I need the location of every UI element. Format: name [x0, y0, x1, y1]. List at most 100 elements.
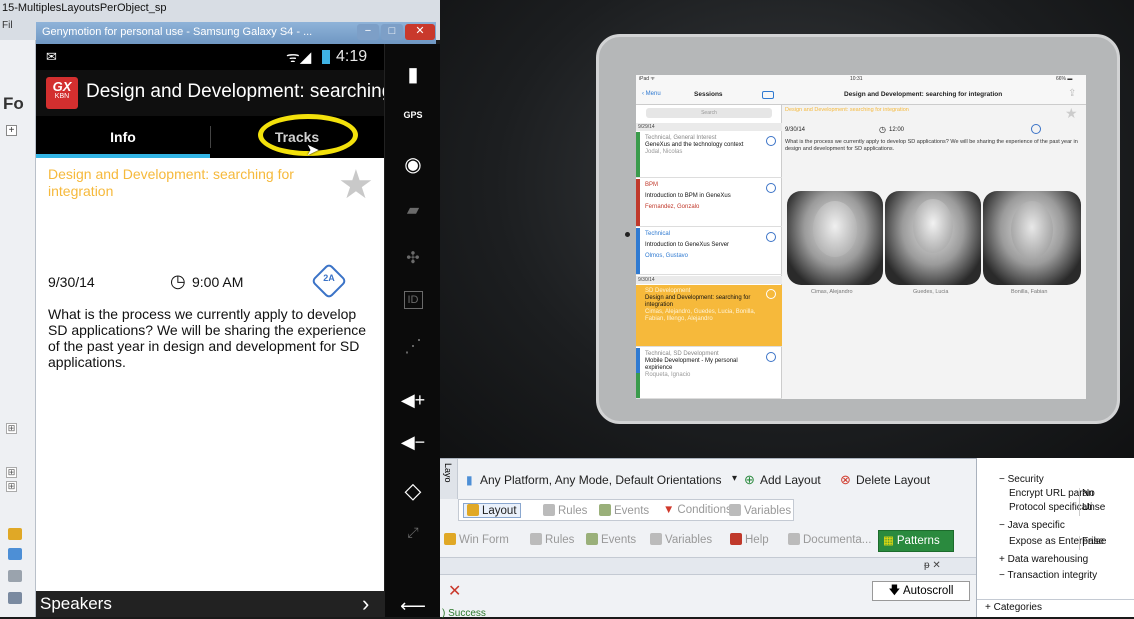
property-value[interactable]: False	[1079, 536, 1106, 550]
properties-panel: − Security Encrypt URL paran No Protocol …	[976, 458, 1134, 617]
rotate-icon[interactable]: ◇	[385, 478, 441, 504]
speakers-row[interactable]: Speakers ›	[36, 591, 384, 617]
tablet-toggle-icon[interactable]	[762, 91, 774, 99]
pin-close-controls[interactable]: ᵽ ✕	[924, 560, 941, 571]
tablet-list-item-selected[interactable]: SD Development Design and Development: s…	[636, 285, 782, 347]
tablet-list-item[interactable]: Technical Introduction to GeneXus Server…	[636, 228, 782, 275]
tab-variables[interactable]: Variables	[729, 504, 791, 517]
tablet-list-item[interactable]: Technical, General Interest GeneXus and …	[636, 132, 782, 178]
clock-icon: ◷	[170, 271, 186, 291]
tablet-back-button[interactable]: ‹ Menu	[642, 91, 661, 97]
add-layout-button[interactable]: Add Layout	[760, 473, 821, 487]
tablet-star-icon[interactable]: ★	[1065, 105, 1078, 122]
layout-selector[interactable]: Any Platform, Any Mode, Default Orientat…	[480, 473, 721, 487]
object-tabs: Layout Rules Events ▼ Conditions Variable…	[458, 499, 794, 521]
item-speaker: Jodal, Nicolas	[645, 149, 683, 155]
speaker-photo[interactable]	[885, 191, 981, 285]
tablet-status-right: 66% ▬	[1056, 76, 1073, 82]
output-panel-header: ᵽ ✕	[440, 557, 976, 575]
property-group[interactable]: − Security	[977, 474, 1134, 488]
gps-icon[interactable]: GPS	[385, 110, 441, 120]
tree-expand-icon[interactable]: ⊞	[6, 481, 17, 492]
tab-win-form[interactable]: Win Form	[444, 533, 509, 546]
tab-variables-2[interactable]: Variables	[650, 533, 712, 546]
app-logo[interactable]: GX KBN	[46, 77, 78, 109]
tablet-share-icon[interactable]: ⇪	[1068, 88, 1076, 99]
tab-conditions-label: Conditions	[677, 504, 732, 516]
favorite-star-icon[interactable]: ★	[338, 162, 374, 208]
tab-help[interactable]: Help	[730, 533, 769, 546]
id-icon[interactable]: ID	[385, 291, 441, 309]
tree-expand-icon[interactable]: +	[6, 125, 17, 136]
chevron-right-icon: ›	[362, 591, 370, 616]
session-title: Design and Development: searching for in…	[48, 166, 294, 199]
wifi-icon[interactable]: ⋰	[385, 336, 441, 357]
tablet-detail-subtitle: Design and Development: searching for in…	[785, 107, 909, 113]
tab-documentation[interactable]: Documenta...	[788, 533, 871, 546]
tab-layout[interactable]: Layout	[463, 503, 521, 518]
folder-icon[interactable]	[8, 528, 22, 540]
property-group[interactable]: + Categories	[977, 599, 1134, 617]
tablet-search-input[interactable]: Search	[646, 108, 772, 118]
tree-expand-icon[interactable]: ⊞	[6, 423, 17, 434]
tab-rules[interactable]: Rules	[543, 504, 587, 517]
tab-rules-label: Rules	[558, 505, 588, 517]
back-icon[interactable]: ⟵	[385, 596, 441, 617]
clapper-icon[interactable]: ▰	[385, 200, 441, 220]
battery-icon[interactable]: ▮	[385, 62, 441, 87]
tab-help-label: Help	[745, 534, 769, 546]
property-row[interactable]: Expose as Enterprise False	[977, 536, 1134, 550]
tablet-list-item[interactable]: BPM Introduction to BPM in GeneXus Ferna…	[636, 179, 782, 227]
volume-up-icon[interactable]: ◀+	[385, 390, 441, 411]
tablet-date-header: 9/29/14	[636, 123, 782, 131]
window-icon[interactable]	[8, 548, 22, 560]
tab-events-2[interactable]: Events	[586, 533, 636, 546]
autoscroll-button[interactable]: 🡇 Autoscroll	[872, 581, 970, 601]
property-value[interactable]: No	[1079, 488, 1095, 502]
image-icon[interactable]	[8, 592, 22, 604]
tablet-status-bar: iPad ᯤ 10:31 66% ▬	[636, 75, 1086, 85]
tab-rules-2[interactable]: Rules	[530, 533, 574, 546]
tablet-screen: iPad ᯤ 10:31 66% ▬ ‹ Menu Sessions Desig…	[636, 75, 1086, 399]
minimize-button[interactable]: −	[357, 24, 379, 40]
track-color-bar	[636, 348, 640, 398]
property-group[interactable]: + Data warehousing	[977, 554, 1134, 568]
property-row[interactable]: Encrypt URL paran No	[977, 488, 1134, 502]
camera-icon[interactable]: ◉	[385, 152, 441, 177]
ide-vertical-tab-label: Layo	[443, 463, 453, 483]
property-row[interactable]: Protocol specificati Unse	[977, 502, 1134, 516]
close-button[interactable]: ✕	[405, 24, 435, 40]
property-label: + Data warehousing	[999, 554, 1089, 565]
property-label: + Categories	[985, 602, 1042, 613]
speaker-photo[interactable]	[983, 191, 1081, 285]
ide-vertical-tab[interactable]: Layo	[440, 459, 458, 499]
rules-icon	[530, 533, 542, 545]
property-value[interactable]: Unse	[1079, 502, 1105, 516]
tab-info[interactable]: Info	[36, 116, 210, 158]
dpad-icon[interactable]: ✣	[385, 248, 441, 268]
filter-icon: ▼	[663, 504, 675, 516]
delete-layout-button[interactable]: Delete Layout	[856, 473, 930, 487]
speaker-photo[interactable]	[787, 191, 883, 285]
scale-icon[interactable]: ⤢	[385, 524, 441, 541]
host-menu-file[interactable]: Fil	[2, 20, 13, 31]
item-speaker: Olmos, Gustavo	[645, 253, 689, 259]
document-icon[interactable]	[8, 570, 22, 582]
events-icon	[586, 533, 598, 545]
maximize-button[interactable]: □	[381, 24, 403, 40]
tab-patterns[interactable]: ▦ Patterns	[878, 530, 954, 552]
close-output-icon[interactable]: ✕	[448, 581, 461, 601]
tab-variables-label: Variables	[744, 505, 792, 517]
dropdown-arrow-icon[interactable]: ▾	[732, 473, 737, 484]
tree-expand-icon[interactable]: ⊞	[6, 467, 17, 478]
item-name: Design and Development: searching for in…	[645, 295, 751, 308]
tablet-list-item[interactable]: Technical, SD Development Mobile Develop…	[636, 348, 782, 399]
volume-down-icon[interactable]: ◀−	[385, 432, 441, 453]
item-name: Introduction to BPM in GeneXus	[645, 193, 731, 199]
tab-conditions[interactable]: ▼ Conditions	[663, 504, 732, 516]
tablet-detail-title: Design and Development: searching for in…	[844, 91, 1003, 98]
tab-events[interactable]: Events	[599, 504, 649, 517]
layout-icon	[467, 504, 479, 516]
property-group[interactable]: − Transaction integrity	[977, 570, 1134, 584]
property-group[interactable]: − Java specific	[977, 520, 1134, 534]
